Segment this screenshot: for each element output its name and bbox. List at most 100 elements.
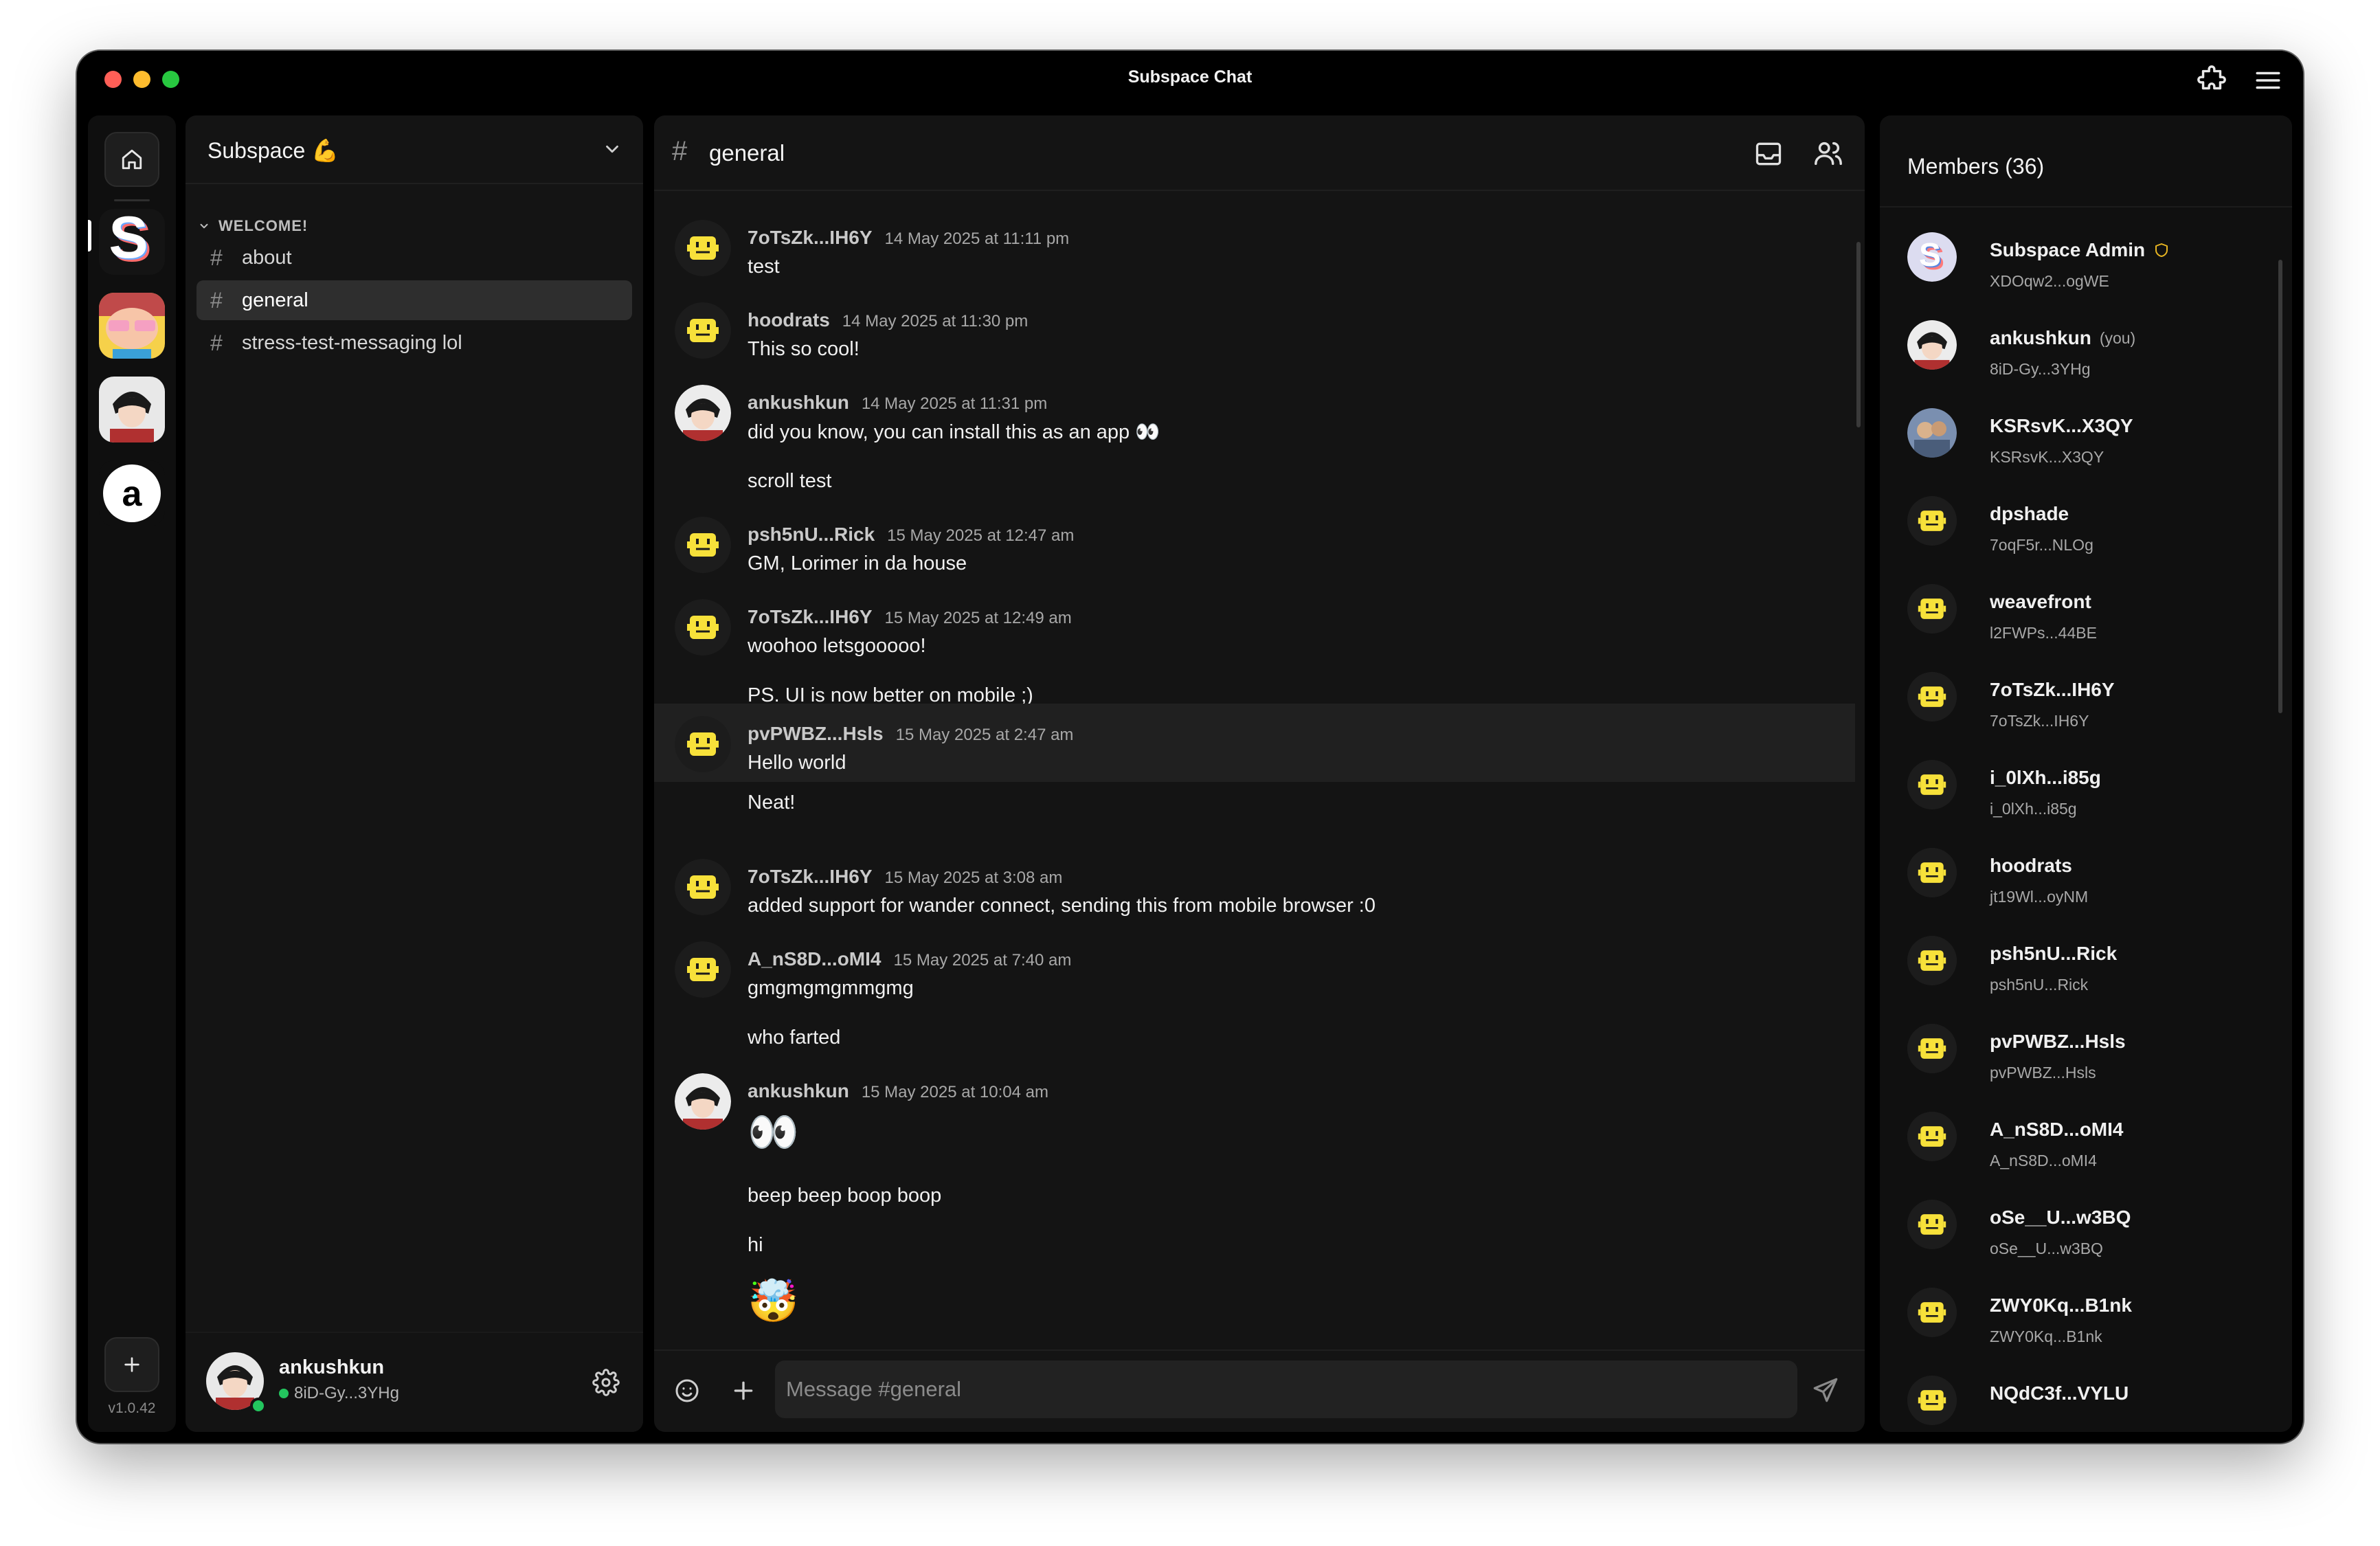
svg-text:S: S	[1919, 237, 1941, 273]
message-author[interactable]: 7oTsZk...IH6Y 15 May 2025 at 12:49 am	[748, 606, 1072, 628]
channel-panel: Subspace 💪 WELCOME! # about # general # …	[186, 115, 643, 1432]
bot-avatar-icon[interactable]	[675, 941, 731, 998]
app-window: Subspace Chat S S S a v1.0.42 Subspace 💪…	[77, 51, 2303, 1443]
member-item[interactable]: i_0lXh...i85g i_0lXh...i85g	[1880, 737, 2292, 825]
add-server-button[interactable]	[104, 1337, 159, 1392]
member-name-text: oSe__U...w3BQ	[1990, 1207, 2131, 1228]
subspace-logo-icon: S S S	[1907, 232, 1957, 282]
member-item[interactable]: weavefront l2FWPs...44BE	[1880, 561, 2292, 649]
message[interactable]: A_nS8D...oMI4 15 May 2025 at 7:40 am gmgm…	[654, 914, 1855, 1049]
member-name: pvPWBZ...Hsls	[1990, 1031, 2126, 1053]
member-id: A_nS8D...oMI4	[1990, 1152, 2097, 1169]
message-author[interactable]: hoodrats 14 May 2025 at 11:30 pm	[748, 309, 1028, 331]
server-cartoon-icon[interactable]	[99, 293, 165, 359]
hash-icon: #	[672, 136, 688, 166]
message[interactable]: 7oTsZk...IH6Y 15 May 2025 at 12:49 am woo…	[654, 572, 1855, 706]
bot-avatar-icon[interactable]	[675, 716, 731, 772]
message-list[interactable]: 7oTsZk...IH6Y 14 May 2025 at 11:11 pm tes…	[654, 192, 1855, 1410]
message[interactable]: 7oTsZk...IH6Y 15 May 2025 at 3:08 am adde…	[654, 831, 1855, 917]
member-item[interactable]: ankushkun (you) 8iD-Gy...3YHg	[1880, 297, 2292, 385]
bot-avatar-icon[interactable]	[675, 599, 731, 656]
member-name: ZWY0Kq...B1nk	[1990, 1295, 2132, 1317]
message[interactable]: pvPWBZ...Hsls 15 May 2025 at 2:47 am Hell…	[654, 704, 1855, 782]
hash-icon: #	[210, 245, 223, 270]
message-time: 14 May 2025 at 11:11 pm	[884, 229, 1070, 248]
member-name: NQdC3f...VYLU	[1990, 1382, 2129, 1404]
members-icon[interactable]	[1812, 137, 1844, 169]
bot-avatar-icon[interactable]	[675, 859, 731, 915]
server-letter-a-icon[interactable]: a	[99, 460, 165, 526]
message-author[interactable]: 7oTsZk...IH6Y 15 May 2025 at 3:08 am	[748, 866, 1062, 888]
anime-avatar-icon[interactable]	[675, 1073, 731, 1130]
message-composer	[654, 1349, 1865, 1432]
message-author[interactable]: ankushkun 15 May 2025 at 10:04 am	[748, 1080, 1048, 1102]
member-name: KSRsvK...X3QY	[1990, 415, 2133, 437]
message-time: 15 May 2025 at 12:47 am	[887, 526, 1075, 545]
bot-avatar-icon[interactable]	[675, 517, 731, 573]
channel-category[interactable]: WELCOME!	[198, 217, 308, 235]
channel-title: general	[709, 140, 785, 166]
member-item[interactable]: KSRsvK...X3QY KSRsvK...X3QY	[1880, 385, 2292, 473]
members-list[interactable]: S S S Subspace Admin XDOqw2...ogWE ankus…	[1880, 209, 2292, 1432]
message-time: 15 May 2025 at 2:47 am	[895, 726, 1074, 744]
message[interactable]: psh5nU...Rick 15 May 2025 at 12:47 am GM,…	[654, 489, 1855, 574]
emoji-icon[interactable]	[673, 1377, 701, 1404]
message[interactable]: ankushkun 14 May 2025 at 11:31 pm did you…	[654, 357, 1855, 492]
message-text: gmgmgmgmmgmg	[748, 977, 914, 999]
anime-avatar-icon[interactable]	[675, 385, 731, 441]
inbox-icon[interactable]	[1753, 139, 1784, 169]
member-item[interactable]: dpshade 7oqF5r...NLOg	[1880, 473, 2292, 561]
message-author[interactable]: 7oTsZk...IH6Y 14 May 2025 at 11:11 pm	[748, 227, 1069, 249]
extension-puzzle-icon[interactable]	[2196, 65, 2227, 96]
hash-icon: #	[210, 287, 223, 313]
member-name-text: KSRsvK...X3QY	[1990, 415, 2133, 436]
member-item[interactable]: pvPWBZ...Hsls pvPWBZ...Hsls	[1880, 1000, 2292, 1088]
member-name: psh5nU...Rick	[1990, 943, 2117, 965]
author-name: ankushkun	[748, 392, 849, 413]
message-continuation[interactable]: Neat!	[654, 782, 1855, 831]
svg-text:a: a	[122, 474, 143, 514]
member-item[interactable]: 7oTsZk...IH6Y 7oTsZk...IH6Y	[1880, 649, 2292, 737]
message[interactable]: hoodrats 14 May 2025 at 11:30 pm This so …	[654, 275, 1855, 360]
message-emoji: 👀	[748, 1109, 799, 1155]
member-item[interactable]: ZWY0Kq...B1nk ZWY0Kq...B1nk	[1880, 1264, 2292, 1352]
message-author[interactable]: A_nS8D...oMI4 15 May 2025 at 7:40 am	[748, 948, 1071, 970]
send-icon[interactable]	[1811, 1376, 1840, 1404]
server-anime-icon[interactable]	[99, 377, 165, 442]
server-subspace-icon[interactable]: S S S	[99, 209, 165, 275]
message-time: 15 May 2025 at 3:08 am	[884, 869, 1063, 887]
hamburger-menu-icon[interactable]	[2252, 66, 2284, 95]
message-input[interactable]	[775, 1360, 1797, 1418]
chat-scrollbar[interactable]	[1856, 242, 1861, 427]
server-header[interactable]: Subspace 💪	[186, 115, 643, 184]
message-author[interactable]: psh5nU...Rick 15 May 2025 at 12:47 am	[748, 524, 1074, 546]
chevron-down-icon[interactable]	[602, 139, 622, 159]
plus-icon[interactable]	[730, 1377, 757, 1404]
member-item[interactable]: hoodrats jt19Wl...oyNM	[1880, 825, 2292, 912]
message[interactable]: 7oTsZk...IH6Y 14 May 2025 at 11:11 pm tes…	[654, 192, 1855, 278]
home-button[interactable]	[104, 132, 159, 187]
channel-about[interactable]: # about	[197, 238, 632, 278]
message-text: did you know, you can install this as an…	[748, 421, 1160, 443]
member-item[interactable]: psh5nU...Rick psh5nU...Rick	[1880, 912, 2292, 1000]
member-item[interactable]: A_nS8D...oMI4 A_nS8D...oMI4	[1880, 1088, 2292, 1176]
members-scrollbar[interactable]	[2278, 260, 2282, 713]
message-author[interactable]: pvPWBZ...Hsls 15 May 2025 at 2:47 am	[748, 723, 1073, 745]
message-time: 15 May 2025 at 7:40 am	[893, 951, 1072, 970]
member-name-text: ankushkun	[1990, 327, 2091, 348]
member-item[interactable]: oSe__U...w3BQ oSe__U...w3BQ	[1880, 1176, 2292, 1264]
member-item[interactable]: NQdC3f...VYLU	[1880, 1352, 2292, 1432]
message-author[interactable]: ankushkun 14 May 2025 at 11:31 pm	[748, 392, 1047, 414]
channel-stress-test[interactable]: # stress-test-messaging lol	[197, 323, 632, 363]
author-name: 7oTsZk...IH6Y	[748, 866, 873, 887]
gear-icon[interactable]	[592, 1369, 620, 1396]
channel-general[interactable]: # general	[197, 280, 632, 320]
member-item[interactable]: S S S Subspace Admin XDOqw2...ogWE	[1880, 209, 2292, 297]
bot-avatar-icon	[1907, 1024, 1957, 1073]
member-name: hoodrats	[1990, 855, 2072, 877]
bot-avatar-icon[interactable]	[675, 220, 731, 276]
member-id: KSRsvK...X3QY	[1990, 448, 2104, 466]
bot-avatar-icon[interactable]	[675, 302, 731, 359]
server-name: Subspace 💪	[207, 138, 339, 163]
message-text: hi	[748, 1234, 763, 1256]
